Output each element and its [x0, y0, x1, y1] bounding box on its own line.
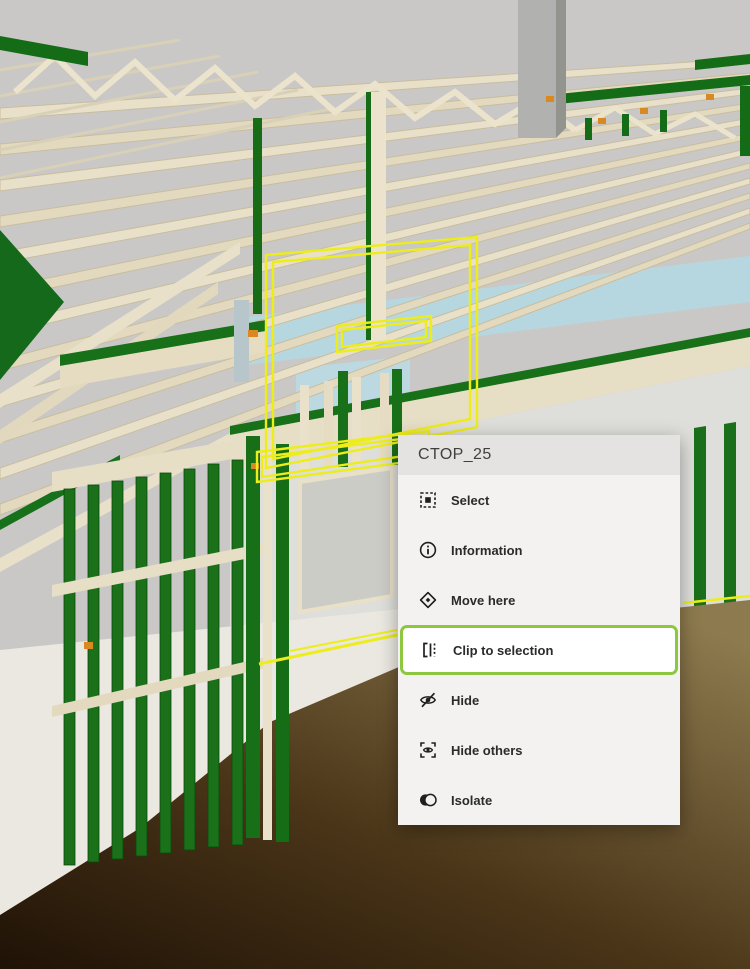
select-icon	[418, 490, 438, 510]
move-here-icon	[418, 590, 438, 610]
clip-to-selection-icon	[420, 640, 440, 660]
menu-item-label: Select	[451, 493, 489, 508]
menu-item-label: Clip to selection	[453, 643, 553, 658]
menu-item-isolate[interactable]: Isolate	[398, 775, 680, 825]
menu-item-clip-to-selection[interactable]: Clip to selection	[400, 625, 678, 675]
menu-item-hide[interactable]: Hide	[398, 675, 680, 725]
menu-item-move-here[interactable]: Move here	[398, 575, 680, 625]
menu-item-select[interactable]: Select	[398, 475, 680, 525]
menu-item-label: Hide	[451, 693, 479, 708]
menu-item-label: Information	[451, 543, 523, 558]
menu-item-label: Move here	[451, 593, 515, 608]
context-menu: CTOP_25 Select Information Move her	[398, 435, 680, 825]
menu-item-information[interactable]: Information	[398, 525, 680, 575]
menu-item-label: Isolate	[451, 793, 492, 808]
menu-item-hide-others[interactable]: Hide others	[398, 725, 680, 775]
hide-icon	[418, 690, 438, 710]
isolate-icon	[418, 790, 438, 810]
context-menu-title: CTOP_25	[398, 435, 680, 475]
corner-posts	[246, 436, 289, 842]
information-icon	[418, 540, 438, 560]
concrete-column	[518, 0, 566, 138]
menu-item-label: Hide others	[451, 743, 523, 758]
hide-others-icon	[418, 740, 438, 760]
